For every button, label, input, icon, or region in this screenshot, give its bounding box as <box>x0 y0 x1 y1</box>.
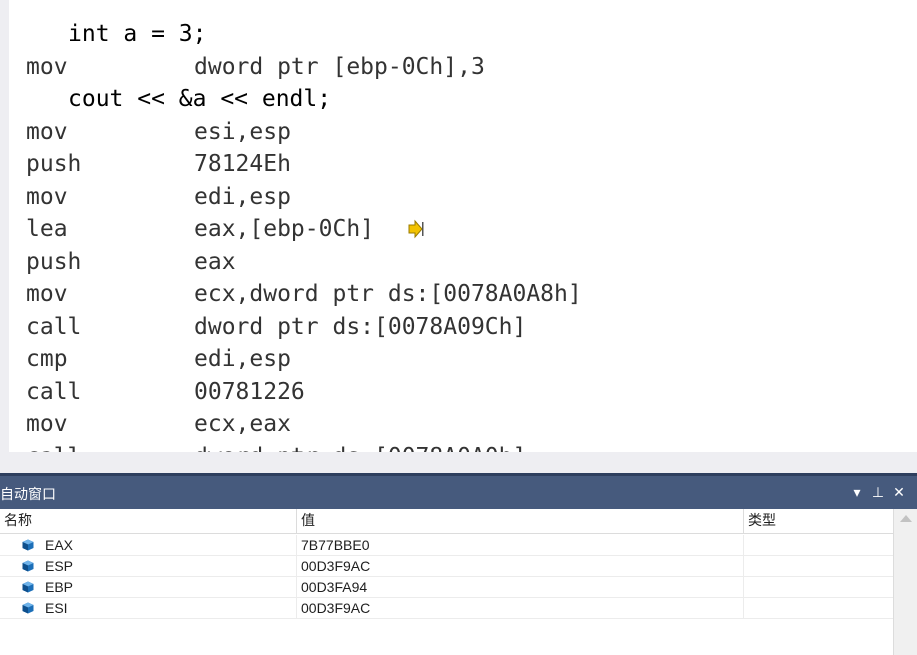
autos-vertical-scrollbar[interactable] <box>893 509 917 655</box>
asm-line[interactable]: mov ecx,eax <box>0 408 917 441</box>
table-row[interactable]: ESP 00D3F9AC <box>0 556 893 577</box>
scroll-up-icon[interactable] <box>900 515 912 522</box>
asm-mnemonic: call <box>26 313 82 340</box>
current-instruction-arrow-icon <box>408 219 424 239</box>
asm-mnemonic: mov <box>26 183 68 210</box>
cell-name: ESP <box>0 556 297 576</box>
cell-value[interactable]: 00D3FA94 <box>297 577 744 597</box>
asm-mnemonic: call <box>26 441 81 453</box>
asm-line[interactable]: mov ecx,dword ptr ds:[0078A0A8h] <box>0 278 917 311</box>
cell-type <box>744 535 893 555</box>
asm-line[interactable]: call dword ptr ds:[0078A09Ch] <box>0 311 917 344</box>
disassembly-pane[interactable]: int a = 3; mov dword ptr [ebp-0Ch],3 cout <… <box>0 0 917 452</box>
asm-operands: dword ptr [ebp-0Ch],3 <box>194 53 485 80</box>
asm-mnemonic: mov <box>26 411 68 437</box>
asm-mnemonic: push <box>26 151 82 177</box>
asm-mnemonic: mov <box>26 53 68 80</box>
asm-mnemonic: mov <box>26 281 68 307</box>
autos-grid-header: 名称 值 类型 <box>0 509 893 534</box>
asm-operands: edi,esp <box>194 346 291 372</box>
asm-line[interactable]: mov esi,esp <box>0 116 917 149</box>
asm-operands: ecx,eax <box>194 411 291 437</box>
cell-type <box>744 598 893 618</box>
asm-mnemonic: lea <box>26 216 68 242</box>
source-line[interactable]: int a = 3; <box>68 18 206 51</box>
asm-line[interactable]: push eax <box>0 246 917 279</box>
column-header-type[interactable]: 类型 <box>744 509 893 533</box>
asm-operands: ecx,dword ptr ds:[0078A0A8h] <box>194 281 582 307</box>
autos-title: 自动窗口 <box>0 487 56 503</box>
asm-operands: dword ptr ds:[0078A0A0h] <box>194 441 526 453</box>
asm-line[interactable]: mov edi,esp <box>0 181 917 214</box>
cell-name: EBP <box>0 577 297 597</box>
cell-type <box>744 556 893 576</box>
autos-titlebar[interactable]: 自动窗口 ▾ ⊥ ✕ <box>0 473 917 509</box>
cell-type <box>744 577 893 597</box>
asm-line[interactable]: lea eax,[ebp-0Ch] <box>0 213 917 246</box>
table-row[interactable]: ESI 00D3F9AC <box>0 598 893 619</box>
pane-splitter[interactable] <box>0 452 917 474</box>
autos-window: 自动窗口 ▾ ⊥ ✕ 名称 值 类型 EAX 7B77BBE0 ESP 00D3F9A… <box>0 473 917 655</box>
asm-operands: eax,[ebp-0Ch] <box>194 216 375 242</box>
cell-name: EAX <box>0 535 297 555</box>
cell-value[interactable]: 7B77BBE0 <box>297 535 744 555</box>
column-header-name[interactable]: 名称 <box>0 509 297 533</box>
asm-mnemonic: push <box>26 248 82 275</box>
asm-operands: 00781226 <box>194 378 305 405</box>
asm-line[interactable]: cmp edi,esp <box>0 343 917 376</box>
table-row[interactable]: EBP 00D3FA94 <box>0 577 893 598</box>
asm-operands: edi,esp <box>194 183 291 210</box>
asm-line[interactable]: mov dword ptr [ebp-0Ch],3 <box>0 51 917 84</box>
cell-name: ESI <box>0 598 297 618</box>
asm-line[interactable]: push 78124Eh <box>0 148 917 181</box>
column-header-value[interactable]: 值 <box>297 509 744 533</box>
asm-operands: esi,esp <box>194 118 291 145</box>
source-line[interactable]: cout << &a << endl; <box>68 83 331 116</box>
asm-operands: dword ptr ds:[0078A09Ch] <box>194 313 527 340</box>
asm-mnemonic: call <box>26 378 82 405</box>
asm-line[interactable]: call dword ptr ds:[0078A0A0h] <box>0 441 917 453</box>
asm-mnemonic: cmp <box>26 346 68 372</box>
asm-line[interactable]: call 00781226 <box>0 376 917 409</box>
table-row[interactable]: EAX 7B77BBE0 <box>0 535 893 556</box>
window-dropdown-button[interactable]: ▾ <box>848 482 866 502</box>
asm-operands: 78124Eh <box>194 151 291 177</box>
pin-button[interactable]: ⊥ <box>869 482 887 502</box>
asm-operands: eax <box>194 248 236 275</box>
cell-value[interactable]: 00D3F9AC <box>297 556 744 576</box>
close-button[interactable]: ✕ <box>890 482 908 502</box>
asm-mnemonic: mov <box>26 118 68 145</box>
cell-value[interactable]: 00D3F9AC <box>297 598 744 618</box>
